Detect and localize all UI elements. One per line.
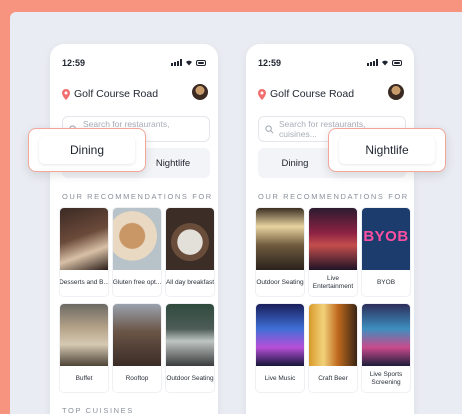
- signal-icon: [367, 59, 378, 66]
- tab-dining[interactable]: Dining: [258, 148, 332, 178]
- card-all-day-breakfast[interactable]: All day breakfast: [166, 208, 214, 296]
- card-image: BYOB: [362, 208, 410, 270]
- highlight-tab-nightlife[interactable]: Nightlife: [328, 128, 446, 172]
- card-byob[interactable]: BYOB BYOB: [362, 208, 410, 296]
- card-label: Outdoor Seating: [256, 278, 304, 286]
- card-buffet[interactable]: Buffet: [60, 304, 108, 392]
- card-image: [60, 304, 108, 366]
- battery-icon: [196, 59, 206, 66]
- active-tab-dining[interactable]: Dining: [39, 136, 135, 164]
- card-label: Live Entertainment: [312, 274, 354, 290]
- card-label: Desserts and B...: [60, 278, 108, 286]
- card-craft-beer[interactable]: Craft Beer: [309, 304, 357, 392]
- nightlife-recommendations-grid: Outdoor Seating Live Entertainment BYOB …: [256, 208, 410, 392]
- wifi-icon: [382, 60, 388, 66]
- card-live-sports-screening[interactable]: Live Sports Screening: [362, 304, 410, 392]
- battery-icon: [392, 59, 402, 66]
- signal-icon: [171, 59, 182, 66]
- card-live-music[interactable]: Live Music: [256, 304, 304, 392]
- card-label: Craft Beer: [318, 374, 348, 382]
- card-label: All day breakfast: [166, 278, 214, 286]
- status-time: 12:59: [62, 58, 86, 68]
- card-image: [113, 304, 161, 366]
- location-pin-icon: [62, 88, 70, 100]
- card-live-entertainment[interactable]: Live Entertainment: [309, 208, 357, 296]
- card-image: [309, 304, 357, 366]
- card-label: Gluten free opt...: [113, 278, 161, 286]
- card-image: [362, 304, 410, 366]
- card-image: [113, 208, 161, 270]
- location-name: Golf Course Road: [74, 88, 159, 100]
- card-image: [309, 208, 357, 270]
- card-image: [256, 304, 304, 366]
- card-label: Rooftop: [125, 374, 149, 382]
- card-image: [256, 208, 304, 270]
- highlight-tab-dining[interactable]: Dining: [28, 128, 146, 172]
- avatar[interactable]: [388, 84, 404, 100]
- card-outdoor-seating[interactable]: Outdoor Seating: [256, 208, 304, 296]
- card-gluten-free[interactable]: Gluten free opt...: [113, 208, 161, 296]
- card-label: Outdoor Seating: [166, 374, 214, 382]
- card-image: [166, 208, 214, 270]
- active-tab-nightlife[interactable]: Nightlife: [339, 136, 435, 164]
- top-cuisines-title: TOP CUISINES: [62, 406, 134, 414]
- card-label: Live Music: [264, 374, 296, 382]
- card-desserts[interactable]: Desserts and B...: [60, 208, 108, 296]
- card-outdoor-seating[interactable]: Outdoor Seating: [166, 304, 214, 392]
- canvas: 12:59 Golf Course Road Search for restau…: [10, 12, 462, 414]
- location-selector[interactable]: Golf Course Road: [258, 88, 354, 100]
- recommendations-title: OUR RECOMMENDATIONS FOR: [258, 192, 409, 201]
- search-icon: [265, 124, 274, 133]
- card-image: [60, 208, 108, 270]
- card-rooftop[interactable]: Rooftop: [113, 304, 161, 392]
- location-selector[interactable]: Golf Course Road: [62, 88, 158, 100]
- status-time: 12:59: [258, 58, 282, 68]
- phone-dining: 12:59 Golf Course Road Search for restau…: [50, 44, 218, 414]
- status-bar: 12:59: [62, 58, 206, 70]
- tab-nightlife[interactable]: Nightlife: [136, 148, 210, 178]
- card-label: Live Sports Screening: [369, 370, 403, 386]
- avatar[interactable]: [192, 84, 208, 100]
- card-label: BYOB: [376, 278, 396, 286]
- byob-sign: BYOB: [363, 228, 409, 245]
- recommendations-title: OUR RECOMMENDATIONS FOR: [62, 192, 213, 201]
- dining-recommendations-grid: Desserts and B... Gluten free opt... All…: [60, 208, 214, 392]
- phone-nightlife: 12:59 Golf Course Road Search for restau…: [246, 44, 414, 414]
- card-label: Buffet: [75, 374, 93, 382]
- location-pin-icon: [258, 88, 266, 100]
- card-image: [166, 304, 214, 366]
- status-bar: 12:59: [258, 58, 402, 70]
- wifi-icon: [186, 60, 192, 66]
- location-name: Golf Course Road: [270, 88, 355, 100]
